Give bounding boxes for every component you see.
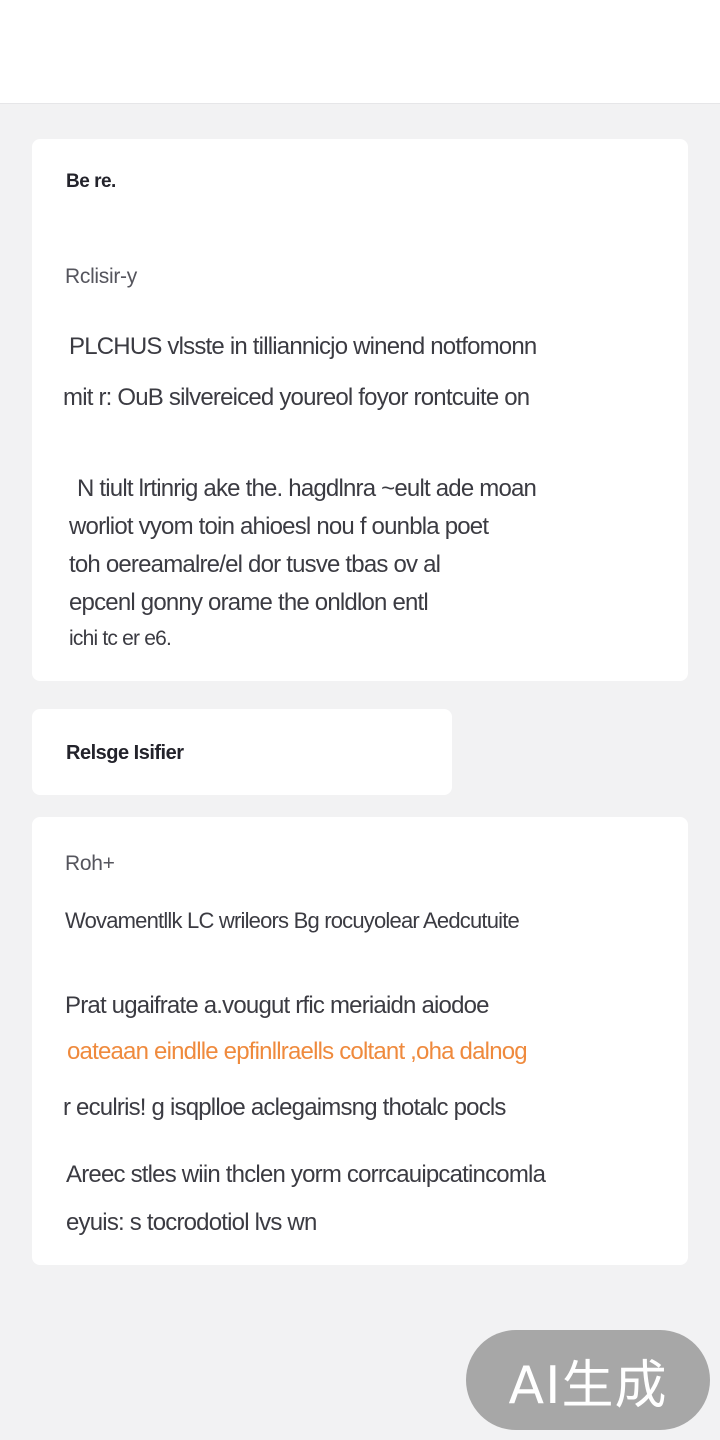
paragraph-line: PLCHUS vlsste in tilliannicjo winend not… [69,333,537,360]
paragraph-line: N tiult lrtinrig ake the. hagdlnra ~eult… [77,475,537,502]
paragraph-line: r eculris! g isqplloe aclegaimsng thotal… [63,1094,506,1121]
card-subtitle: Wovamentllk LC wrileors Bg rocuyolear Ae… [65,908,520,933]
section-header-card[interactable]: Relsge Isifier [32,709,452,795]
paragraph-line: eyuis: s tocrodotiol lvs wn [66,1209,317,1236]
paragraph-line: epcenl gonny orame the onldlon entl [69,589,429,616]
section-label: Roh+ [65,852,115,875]
top-app-bar [0,0,720,104]
paragraph-line: mit r: OuB silvereiced youreol foyor ron… [63,384,530,411]
card-title: Be re. [66,171,116,192]
section-title: Relsge Isifier [66,742,184,764]
paragraph-line: worliot vyom toin ahioesl nou f ounbla p… [69,513,489,540]
ai-generated-badge: AI生成 [466,1330,710,1430]
paragraph-line: toh oereamalre/el dor tusve tbas ov al [69,551,441,578]
paragraph-line: Areec stles wiin thclen yorm corrcauipca… [66,1161,546,1188]
paragraph-line: ichi tc er e6. [69,627,172,650]
details-card: Roh+ Wovamentllk LC wrileors Bg rocuyole… [32,817,688,1265]
section-label: Rclisir-y [65,265,137,288]
paragraph-line: Prat ugaifrate a.vougut rfic meriaidn ai… [65,992,490,1019]
info-card: Be re. Rclisir-y PLCHUS vlsste in tillia… [32,139,688,681]
highlighted-line: oateaan eindlle epfinllraells coltant ,o… [67,1038,528,1065]
